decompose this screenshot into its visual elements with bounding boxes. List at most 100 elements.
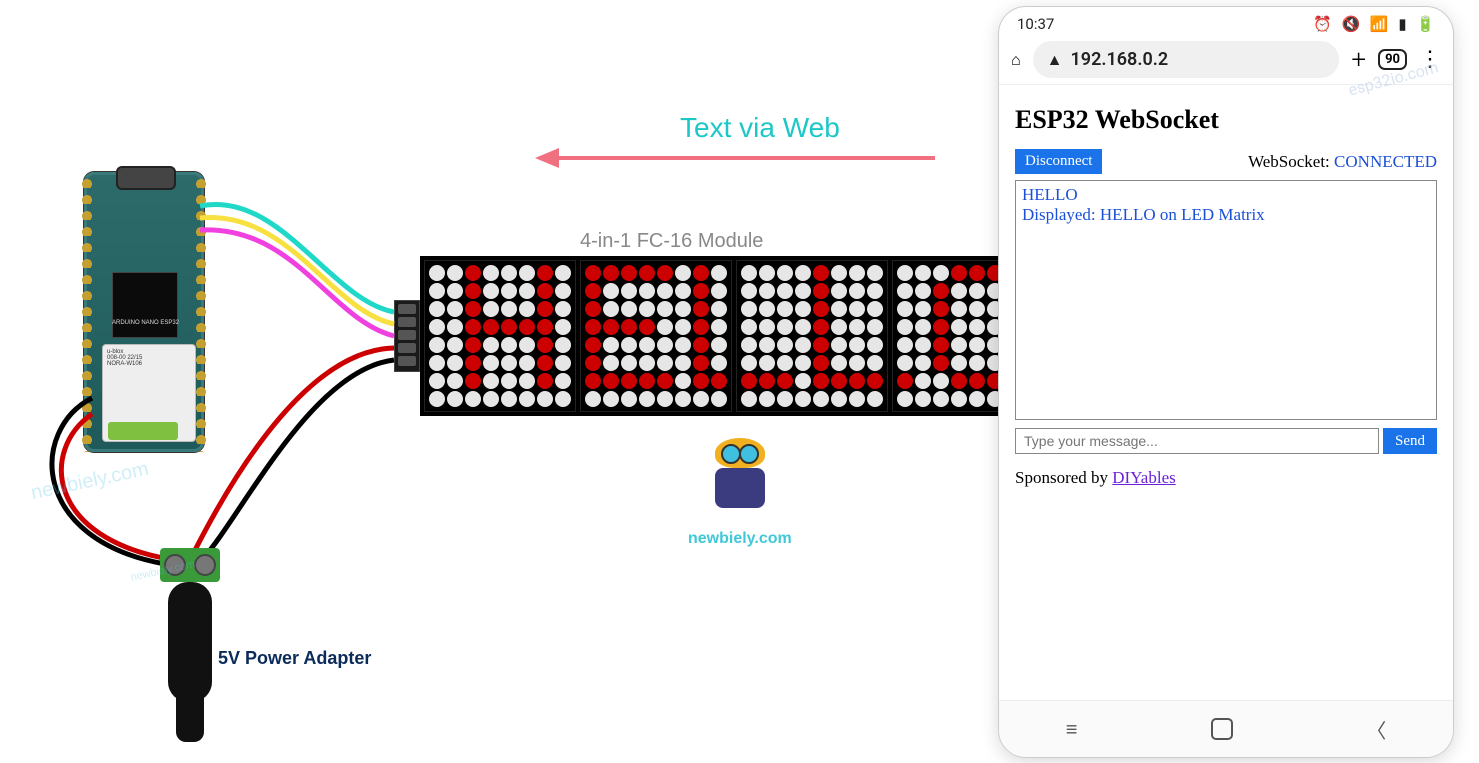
led-dot xyxy=(603,301,619,317)
led-dot xyxy=(795,301,811,317)
home-button-icon[interactable] xyxy=(1211,718,1233,740)
led-dot xyxy=(951,319,967,335)
diagram-canvas: ARDUINO NANO ESP32 u-blox 008-00 22/15 N… xyxy=(0,0,1479,763)
new-tab-icon[interactable]: + xyxy=(1351,45,1366,75)
led-dot xyxy=(741,355,757,371)
newbiely-logo xyxy=(700,438,780,518)
led-dot xyxy=(639,301,655,317)
led-dot xyxy=(465,301,481,317)
led-dot xyxy=(867,283,883,299)
phone-status-bar: 10:37 ⏰ 🔇 📶 ▮ 🔋 xyxy=(999,7,1453,35)
led-dot xyxy=(933,355,949,371)
led-dot xyxy=(501,355,517,371)
led-dot xyxy=(585,337,601,353)
led-dot xyxy=(933,337,949,353)
led-dot xyxy=(969,319,985,335)
arrow-icon xyxy=(535,150,935,166)
led-dot xyxy=(675,319,691,335)
wifi-icon: 📶 xyxy=(1370,15,1389,33)
led-dot xyxy=(537,391,553,407)
led-dot xyxy=(483,391,499,407)
led-dot xyxy=(813,391,829,407)
led-dot xyxy=(465,319,481,335)
sponsor-link[interactable]: DIYables xyxy=(1112,468,1175,487)
message-log: HELLO Displayed: HELLO on LED Matrix xyxy=(1015,180,1437,420)
led-dot xyxy=(813,373,829,389)
led-dot xyxy=(867,301,883,317)
led-dot xyxy=(621,373,637,389)
led-dot xyxy=(777,373,793,389)
led-dot xyxy=(639,391,655,407)
led-dot xyxy=(915,337,931,353)
back-icon[interactable]: 〈 xyxy=(1366,715,1386,744)
led-dot xyxy=(519,355,535,371)
led-dot xyxy=(897,355,913,371)
led-dot xyxy=(693,265,709,281)
recents-icon[interactable]: ≡ xyxy=(1066,717,1078,742)
led-dot xyxy=(603,337,619,353)
led-dot xyxy=(675,301,691,317)
led-dot xyxy=(897,265,913,281)
led-dot xyxy=(849,265,865,281)
led-dot xyxy=(555,319,571,335)
led-dot xyxy=(585,301,601,317)
led-dot xyxy=(759,301,775,317)
led-dot xyxy=(639,265,655,281)
power-label: 5V Power Adapter xyxy=(218,648,371,669)
esp32-chip xyxy=(112,272,178,338)
led-dot xyxy=(537,373,553,389)
led-dot xyxy=(519,337,535,353)
led-dot xyxy=(621,355,637,371)
led-dot xyxy=(519,283,535,299)
led-dot xyxy=(693,283,709,299)
usb-c-port xyxy=(116,166,176,190)
led-dot xyxy=(849,355,865,371)
message-input[interactable] xyxy=(1015,428,1379,454)
led-dot xyxy=(693,391,709,407)
led-dot xyxy=(429,391,445,407)
url-text: 192.168.0.2 xyxy=(1071,49,1169,70)
led-dot xyxy=(555,355,571,371)
led-dot xyxy=(675,337,691,353)
led-dot xyxy=(603,319,619,335)
led-dot xyxy=(621,391,637,407)
watermark: newbiely.com xyxy=(29,458,151,505)
led-dot xyxy=(867,265,883,281)
alarm-icon: ⏰ xyxy=(1313,15,1332,33)
led-dot xyxy=(741,373,757,389)
web-page: ESP32 WebSocket Disconnect WebSocket: CO… xyxy=(999,85,1453,500)
led-dot xyxy=(711,355,727,371)
led-dot xyxy=(867,337,883,353)
led-dot xyxy=(555,373,571,389)
url-field[interactable]: ▲ 192.168.0.2 xyxy=(1033,41,1340,78)
led-dot xyxy=(693,373,709,389)
led-dot xyxy=(429,319,445,335)
phone-mockup: esp32io.com 10:37 ⏰ 🔇 📶 ▮ 🔋 ⌂ ▲ 192.168.… xyxy=(998,6,1454,758)
signal-icon: ▮ xyxy=(1398,15,1406,33)
led-dot xyxy=(693,355,709,371)
led-dot xyxy=(777,391,793,407)
led-dot xyxy=(711,265,727,281)
led-dot xyxy=(501,265,517,281)
send-button[interactable]: Send xyxy=(1383,428,1437,454)
led-dot xyxy=(951,355,967,371)
led-dot xyxy=(915,319,931,335)
led-dot xyxy=(915,391,931,407)
led-dot xyxy=(813,283,829,299)
led-dot xyxy=(429,373,445,389)
led-dot xyxy=(537,265,553,281)
led-dot xyxy=(465,391,481,407)
logo-text: newbiely.com xyxy=(688,530,792,548)
led-dot xyxy=(777,355,793,371)
led-dot xyxy=(657,337,673,353)
home-icon[interactable]: ⌂ xyxy=(1011,50,1021,70)
led-dot xyxy=(519,319,535,335)
led-dot xyxy=(933,391,949,407)
led-dot xyxy=(711,319,727,335)
led-dot xyxy=(849,319,865,335)
led-dot xyxy=(429,355,445,371)
led-dot xyxy=(759,283,775,299)
disconnect-button[interactable]: Disconnect xyxy=(1015,149,1102,174)
led-dot xyxy=(465,337,481,353)
websocket-status: WebSocket: CONNECTED xyxy=(1248,152,1437,172)
